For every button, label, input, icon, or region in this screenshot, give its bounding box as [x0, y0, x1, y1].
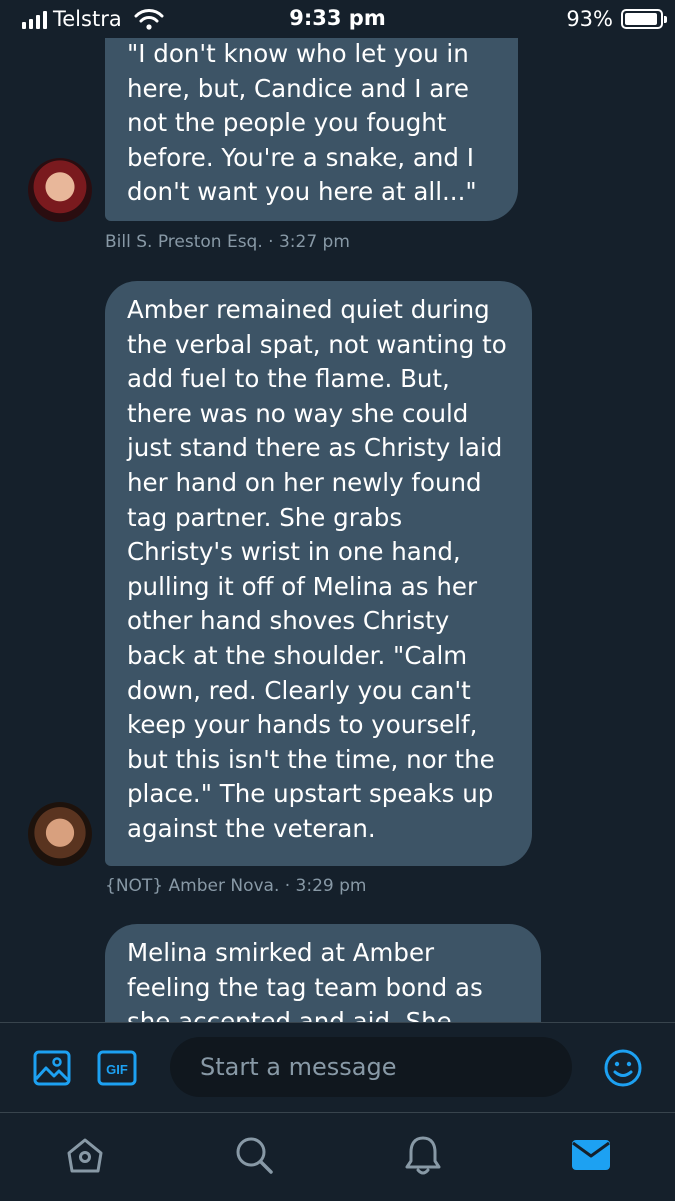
messages-icon[interactable] — [569, 1133, 613, 1177]
avatar[interactable] — [28, 158, 92, 222]
battery-fill — [625, 13, 657, 25]
message-meta: Bill S. Preston Esq. · 3:27 pm — [105, 232, 350, 252]
home-icon[interactable] — [63, 1133, 107, 1177]
emoji-icon[interactable] — [603, 1048, 643, 1088]
image-icon[interactable] — [32, 1048, 72, 1088]
gif-label: GIF — [106, 1062, 128, 1077]
notifications-icon[interactable] — [401, 1133, 445, 1177]
message-thread[interactable]: "I don't know who let you in here, but, … — [0, 38, 675, 1022]
message-bubble[interactable]: Amber remained quiet during the verbal s… — [105, 281, 532, 866]
message-input[interactable] — [170, 1037, 572, 1097]
battery-percentage: 93% — [566, 7, 613, 31]
gif-icon[interactable]: GIF — [97, 1048, 137, 1088]
message-meta: {NOT} Amber Nova. · 3:29 pm — [105, 876, 367, 896]
search-icon[interactable] — [232, 1133, 276, 1177]
message-bubble[interactable]: "I don't know who let you in here, but, … — [105, 38, 518, 221]
battery-icon — [621, 9, 667, 29]
status-bar: Telstra 9:33 pm 93% — [0, 0, 675, 38]
avatar[interactable] — [28, 802, 92, 866]
tab-bar — [0, 1112, 675, 1201]
battery-cap — [664, 16, 667, 23]
message-composer: GIF — [0, 1022, 675, 1113]
status-right: 93% — [566, 7, 667, 31]
message-bubble[interactable]: Melina smirked at Amber feeling the tag … — [105, 924, 541, 1022]
